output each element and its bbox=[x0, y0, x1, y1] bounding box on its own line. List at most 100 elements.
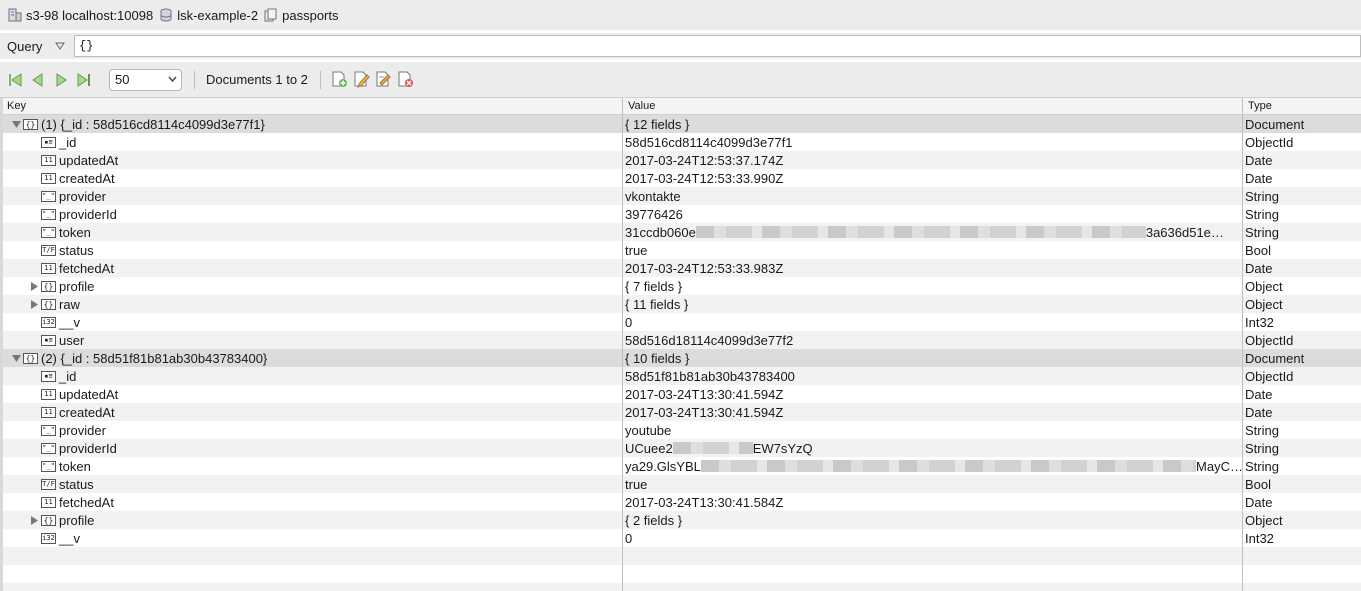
first-page-button[interactable] bbox=[6, 71, 24, 89]
row-key-label: createdAt bbox=[59, 170, 115, 186]
row-type-cell: ObjectId bbox=[1245, 332, 1294, 348]
expanded-triangle-icon[interactable] bbox=[12, 120, 21, 129]
row-key-label: token bbox=[59, 224, 91, 240]
field-row[interactable]: {} profile { 2 fields } Object bbox=[3, 511, 1361, 529]
row-key-cell: "_" providerId bbox=[30, 439, 117, 457]
collapsed-triangle-icon[interactable] bbox=[30, 299, 39, 309]
insert-document-button[interactable] bbox=[331, 71, 348, 88]
table-body: {} (1) {_id : 58d516cd8114c4099d3e77f1}{ … bbox=[3, 115, 1361, 591]
field-row[interactable]: T/F status true Bool bbox=[3, 241, 1361, 259]
field-row[interactable]: ▪≡ user 58d516d18114c4099d3e77f2 ObjectId bbox=[3, 331, 1361, 349]
field-row[interactable]: i32 __v 0 Int32 bbox=[3, 313, 1361, 331]
breadcrumb-database-label: lsk-example-2 bbox=[177, 7, 259, 23]
object-type-icon: {} bbox=[41, 514, 56, 526]
row-value-label: 58d516cd8114c4099d3e77f1 bbox=[625, 134, 793, 150]
row-key-cell: "_" token bbox=[30, 457, 91, 475]
document-row[interactable]: {} (2) {_id : 58d51f81b81ab30b43783400} { … bbox=[3, 349, 1361, 367]
row-type-cell: Document bbox=[1245, 116, 1305, 132]
row-key-cell: ▪≡ _id bbox=[30, 367, 76, 385]
row-key-cell: {} raw bbox=[30, 295, 80, 313]
field-row[interactable]: 11 updatedAt 2017-03-24T12:53:37.174Z Date bbox=[3, 151, 1361, 169]
row-key-label: updatedAt bbox=[59, 152, 119, 168]
row-key-label: status bbox=[59, 476, 94, 492]
query-history-dropdown-icon[interactable] bbox=[55, 41, 65, 51]
string-type-icon: "_" bbox=[41, 424, 56, 436]
row-key-label: raw bbox=[59, 296, 80, 312]
page-size-select[interactable]: 50 bbox=[109, 68, 182, 91]
row-value-label: true bbox=[625, 242, 648, 258]
date-type-icon: 11 bbox=[41, 172, 56, 184]
row-value-suffix: 3a636d51e… bbox=[1145, 224, 1224, 240]
breadcrumb-collection[interactable]: passports bbox=[264, 8, 339, 23]
delete-document-icon bbox=[398, 71, 413, 87]
row-value-cell: 2017-03-24T13:30:41.584Z bbox=[625, 493, 1243, 511]
view-document-button[interactable] bbox=[375, 71, 392, 88]
document-row[interactable]: {} (1) {_id : 58d516cd8114c4099d3e77f1} { … bbox=[3, 115, 1361, 133]
field-row[interactable]: "_" provider vkontakte String bbox=[3, 187, 1361, 205]
field-row[interactable]: {} raw { 11 fields } Object bbox=[3, 295, 1361, 313]
field-row[interactable]: "_" providerId 39776426 String bbox=[3, 205, 1361, 223]
string-type-icon: "_" bbox=[41, 460, 56, 472]
query-input[interactable]: {} bbox=[74, 35, 1361, 57]
column-header-key[interactable]: Key bbox=[7, 100, 26, 112]
column-divider[interactable] bbox=[1242, 98, 1243, 591]
row-type-cell: Bool bbox=[1245, 476, 1272, 492]
column-divider[interactable] bbox=[622, 98, 623, 591]
field-row[interactable]: 11 createdAt 2017-03-24T12:53:33.990Z Date bbox=[3, 169, 1361, 187]
column-header-value[interactable]: Value bbox=[628, 100, 655, 112]
object-type-icon: {} bbox=[23, 352, 38, 364]
row-type-cell: Document bbox=[1245, 350, 1305, 366]
row-value-cell: UCuee2 EW7sYzQ bbox=[625, 439, 1243, 457]
row-value-label: 0 bbox=[625, 530, 633, 546]
last-page-button[interactable] bbox=[75, 71, 93, 89]
row-type-cell: String bbox=[1245, 458, 1279, 474]
previous-page-button[interactable] bbox=[29, 71, 47, 89]
field-row[interactable]: {} profile { 7 fields } Object bbox=[3, 277, 1361, 295]
field-row[interactable]: i32 __v 0 Int32 bbox=[3, 529, 1361, 547]
field-row[interactable]: ▪≡ _id 58d516cd8114c4099d3e77f1 ObjectId bbox=[3, 133, 1361, 151]
row-type-cell: ObjectId bbox=[1245, 368, 1294, 384]
column-header-type[interactable]: Type bbox=[1248, 100, 1272, 112]
row-type-cell: String bbox=[1245, 440, 1279, 456]
field-row[interactable]: 11 fetchedAt 2017-03-24T13:30:41.584Z Date bbox=[3, 493, 1361, 511]
int32-type-icon: i32 bbox=[41, 316, 56, 328]
toolbar-divider bbox=[319, 70, 321, 89]
row-key-label: updatedAt bbox=[59, 386, 119, 402]
row-key-cell: "_" token bbox=[30, 223, 91, 241]
field-row[interactable]: ▪≡ _id 58d51f81b81ab30b43783400 ObjectId bbox=[3, 367, 1361, 385]
row-value-cell: 0 bbox=[625, 313, 1243, 331]
row-type-cell: Date bbox=[1245, 404, 1273, 420]
string-type-icon: "_" bbox=[41, 442, 56, 454]
field-row[interactable]: "_" providerId UCuee2 EW7sYzQ String bbox=[3, 439, 1361, 457]
collapsed-triangle-icon[interactable] bbox=[30, 281, 39, 291]
row-type-cell: Date bbox=[1245, 386, 1273, 402]
database-icon bbox=[160, 8, 172, 22]
row-value-label: true bbox=[625, 476, 648, 492]
field-row[interactable]: "_" provider youtube String bbox=[3, 421, 1361, 439]
row-key-label: __v bbox=[59, 530, 80, 546]
row-key-label: __v bbox=[59, 314, 80, 330]
next-page-button[interactable] bbox=[52, 71, 70, 89]
edit-document-button[interactable] bbox=[353, 71, 370, 88]
delete-document-button[interactable] bbox=[397, 71, 414, 88]
row-key-label: fetchedAt bbox=[59, 260, 114, 276]
row-key-cell: 11 createdAt bbox=[30, 403, 115, 421]
toolbar: 50 Documents 1 to 2 bbox=[0, 62, 1361, 98]
row-value-cell: 58d516cd8114c4099d3e77f1 bbox=[625, 133, 1243, 151]
row-key-label: profile bbox=[59, 512, 95, 528]
row-value-cell: 0 bbox=[625, 529, 1243, 547]
collapsed-triangle-icon[interactable] bbox=[30, 515, 39, 525]
field-row[interactable]: "_" token ya29.GlsYBL MayC… String bbox=[3, 457, 1361, 475]
row-type-cell: ObjectId bbox=[1245, 134, 1294, 150]
row-key-cell: i32 __v bbox=[30, 529, 80, 547]
field-row[interactable]: 11 createdAt 2017-03-24T13:30:41.594Z Date bbox=[3, 403, 1361, 421]
field-row[interactable]: T/F status true Bool bbox=[3, 475, 1361, 493]
breadcrumb-server[interactable]: s3-98 localhost:10098 bbox=[8, 8, 153, 23]
row-value-cell: { 12 fields } bbox=[625, 115, 1243, 133]
field-row[interactable]: 11 updatedAt 2017-03-24T13:30:41.594Z Date bbox=[3, 385, 1361, 403]
breadcrumb-database[interactable]: lsk-example-2 bbox=[159, 8, 258, 23]
row-value-prefix: ya29.GlsYBL bbox=[625, 458, 701, 474]
expanded-triangle-icon[interactable] bbox=[12, 354, 21, 363]
field-row[interactable]: "_" token 31ccdb060e 3a636d51e… String bbox=[3, 223, 1361, 241]
field-row[interactable]: 11 fetchedAt 2017-03-24T12:53:33.983Z Date bbox=[3, 259, 1361, 277]
